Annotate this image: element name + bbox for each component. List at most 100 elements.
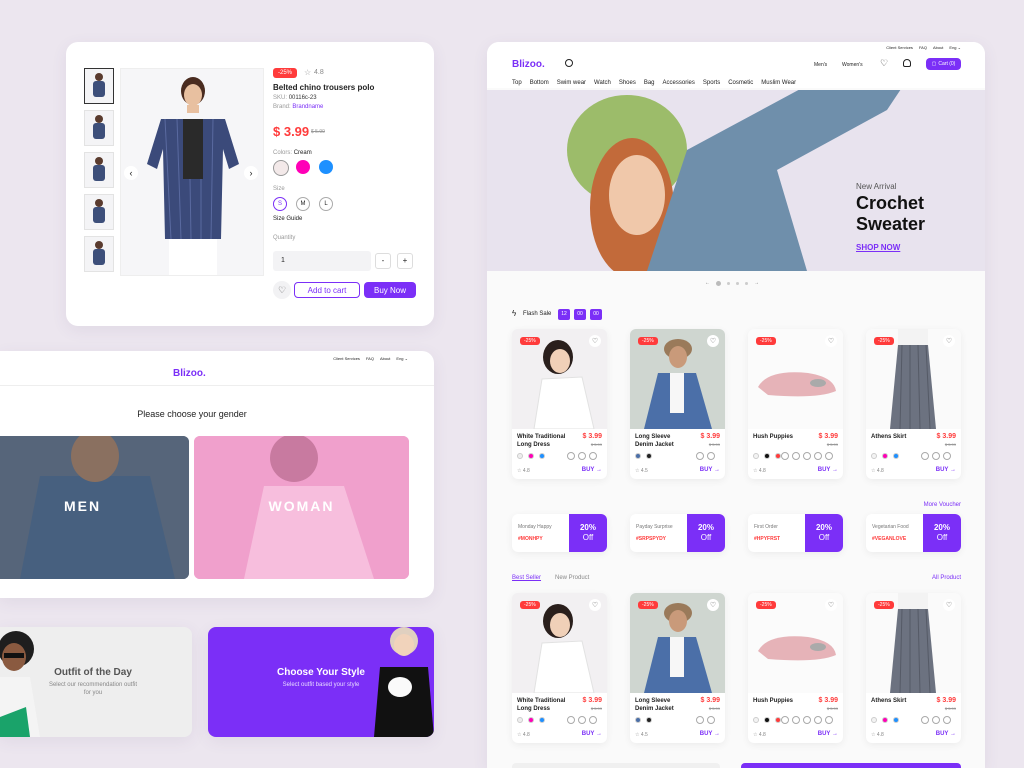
faq-link[interactable]: FAQ bbox=[366, 356, 374, 361]
buy-now-button[interactable]: Buy Now bbox=[364, 282, 416, 298]
size-option[interactable] bbox=[696, 452, 704, 460]
womens-link[interactable]: Women's bbox=[842, 62, 863, 68]
product-thumbnail[interactable] bbox=[84, 236, 114, 272]
heart-icon[interactable]: ♡ bbox=[707, 599, 719, 611]
buy-button[interactable]: BUY → bbox=[936, 467, 956, 473]
voucher-card[interactable]: Monday Happy #MONHPY 20% Off bbox=[512, 514, 607, 552]
brand-link[interactable]: Brandname bbox=[292, 104, 323, 110]
product-name[interactable]: Hush Puppies bbox=[753, 433, 805, 441]
arrow-right-icon[interactable]: → bbox=[754, 280, 759, 286]
size-option[interactable] bbox=[781, 716, 789, 724]
product-card[interactable]: -25% ♡ Long Sleeve Denim Jacket $ 3.99 $… bbox=[630, 593, 725, 743]
men-option[interactable]: MEN bbox=[0, 436, 189, 579]
product-thumbnail[interactable] bbox=[84, 194, 114, 230]
wishlist-heart-button[interactable]: ♡ bbox=[273, 281, 291, 299]
product-thumbnail[interactable] bbox=[84, 110, 114, 146]
product-name[interactable]: White Traditional Long Dress bbox=[517, 433, 569, 449]
size-option[interactable] bbox=[707, 716, 715, 724]
buy-button[interactable]: BUY → bbox=[700, 467, 720, 473]
tab-best-seller[interactable]: Best Seller bbox=[512, 575, 541, 581]
buy-button[interactable]: BUY → bbox=[582, 467, 602, 473]
all-product-link[interactable]: All Product bbox=[932, 575, 961, 581]
color-swatch[interactable] bbox=[764, 717, 770, 723]
size-option[interactable] bbox=[567, 716, 575, 724]
tab-new-product[interactable]: New Product bbox=[555, 575, 589, 581]
outfit-of-day-banner[interactable]: Outfit of the Day Select our recommendat… bbox=[0, 627, 192, 737]
color-swatch[interactable] bbox=[517, 717, 523, 723]
heart-icon[interactable]: ♡ bbox=[943, 599, 955, 611]
category-cosmetic[interactable]: Cosmetic bbox=[728, 80, 753, 86]
size-option[interactable] bbox=[921, 452, 929, 460]
logo[interactable]: Blizoo. bbox=[512, 59, 545, 70]
size-option[interactable] bbox=[943, 716, 951, 724]
size-option[interactable] bbox=[578, 452, 586, 460]
quantity-plus-button[interactable]: + bbox=[397, 253, 413, 269]
product-card[interactable]: -25% ♡ White Traditional Long Dress $ 3.… bbox=[512, 329, 607, 479]
size-option[interactable] bbox=[578, 716, 586, 724]
add-to-cart-button[interactable]: Add to cart bbox=[294, 282, 360, 298]
product-card[interactable]: -25% ♡ Athens Skirt $ 3.99 $ 5.99 ☆ 4.8 B… bbox=[866, 329, 961, 479]
category-accessories[interactable]: Accessories bbox=[663, 80, 695, 86]
logo[interactable]: Blizoo. bbox=[173, 368, 206, 379]
category-muslim-wear[interactable]: Muslim Wear bbox=[761, 80, 796, 86]
size-option[interactable] bbox=[825, 716, 833, 724]
choose-style-banner[interactable]: Choose Your Style Select outfit based yo… bbox=[208, 627, 434, 737]
size-option[interactable] bbox=[589, 716, 597, 724]
size-option[interactable] bbox=[932, 716, 940, 724]
size-option[interactable] bbox=[814, 452, 822, 460]
voucher-discount[interactable]: 20% Off bbox=[805, 514, 843, 552]
size-option[interactable] bbox=[707, 452, 715, 460]
carousel-dot[interactable] bbox=[736, 281, 739, 285]
voucher-discount[interactable]: 20% Off bbox=[923, 514, 961, 552]
mens-link[interactable]: Men's bbox=[814, 62, 827, 68]
size-option[interactable] bbox=[792, 716, 800, 724]
arrow-left-icon[interactable]: ← bbox=[705, 280, 710, 286]
size-option[interactable] bbox=[932, 452, 940, 460]
buy-button[interactable]: BUY → bbox=[818, 467, 838, 473]
heart-icon[interactable]: ♡ bbox=[943, 335, 955, 347]
buy-button[interactable]: BUY → bbox=[582, 731, 602, 737]
heart-icon[interactable]: ♡ bbox=[880, 58, 888, 69]
size-option[interactable] bbox=[803, 452, 811, 460]
product-card[interactable]: -25% ♡ White Traditional Long Dress $ 3.… bbox=[512, 593, 607, 743]
chevron-right-icon[interactable]: › bbox=[244, 166, 258, 180]
category-bag[interactable]: Bag bbox=[644, 80, 655, 86]
color-swatch[interactable] bbox=[528, 453, 534, 459]
color-swatch[interactable] bbox=[517, 453, 523, 459]
quantity-minus-button[interactable]: - bbox=[375, 253, 391, 269]
size-option-s[interactable]: S bbox=[273, 197, 287, 211]
quantity-input[interactable]: 1 bbox=[273, 251, 371, 271]
color-swatch[interactable] bbox=[882, 453, 888, 459]
color-swatch[interactable] bbox=[539, 453, 545, 459]
size-guide-link[interactable]: Size Guide bbox=[273, 216, 302, 222]
size-option-m[interactable]: M bbox=[296, 197, 310, 211]
user-icon[interactable] bbox=[903, 59, 911, 67]
color-swatch[interactable] bbox=[753, 717, 759, 723]
size-option[interactable] bbox=[792, 452, 800, 460]
category-swim-wear[interactable]: Swim wear bbox=[557, 80, 586, 86]
about-link[interactable]: About bbox=[380, 356, 390, 361]
heart-icon[interactable]: ♡ bbox=[589, 599, 601, 611]
client-services-link[interactable]: Client Services bbox=[333, 356, 360, 361]
product-name[interactable]: Hush Puppies bbox=[753, 697, 805, 705]
buy-button[interactable]: BUY → bbox=[936, 731, 956, 737]
buy-button[interactable]: BUY → bbox=[700, 731, 720, 737]
woman-option[interactable]: WOMAN bbox=[194, 436, 409, 579]
product-card[interactable]: -25% ♡ Long Sleeve Denim Jacket $ 3.99 $… bbox=[630, 329, 725, 479]
product-name[interactable]: Athens Skirt bbox=[871, 433, 923, 441]
color-swatch[interactable] bbox=[882, 717, 888, 723]
voucher-card[interactable]: Vegetarian Food #VEGANLOVE 20% Off bbox=[866, 514, 961, 552]
product-thumbnail[interactable] bbox=[84, 152, 114, 188]
client-services-link[interactable]: Client Services bbox=[886, 45, 913, 50]
carousel-dot[interactable] bbox=[727, 281, 730, 285]
product-card[interactable]: -25% ♡ Hush Puppies $ 3.99 $ 5.99 ☆ 4.8 B… bbox=[748, 329, 843, 479]
cart-button[interactable]: ▢ Cart (0) bbox=[926, 58, 961, 70]
color-swatch[interactable] bbox=[871, 717, 877, 723]
heart-icon[interactable]: ♡ bbox=[589, 335, 601, 347]
color-swatch[interactable] bbox=[871, 453, 877, 459]
color-swatch[interactable] bbox=[319, 160, 333, 174]
product-thumbnail[interactable] bbox=[84, 68, 114, 104]
more-voucher-link[interactable]: More Voucher bbox=[924, 502, 961, 508]
product-card[interactable]: -25% ♡ Hush Puppies $ 3.99 $ 5.99 ☆ 4.8 B… bbox=[748, 593, 843, 743]
size-option-l[interactable]: L bbox=[319, 197, 333, 211]
